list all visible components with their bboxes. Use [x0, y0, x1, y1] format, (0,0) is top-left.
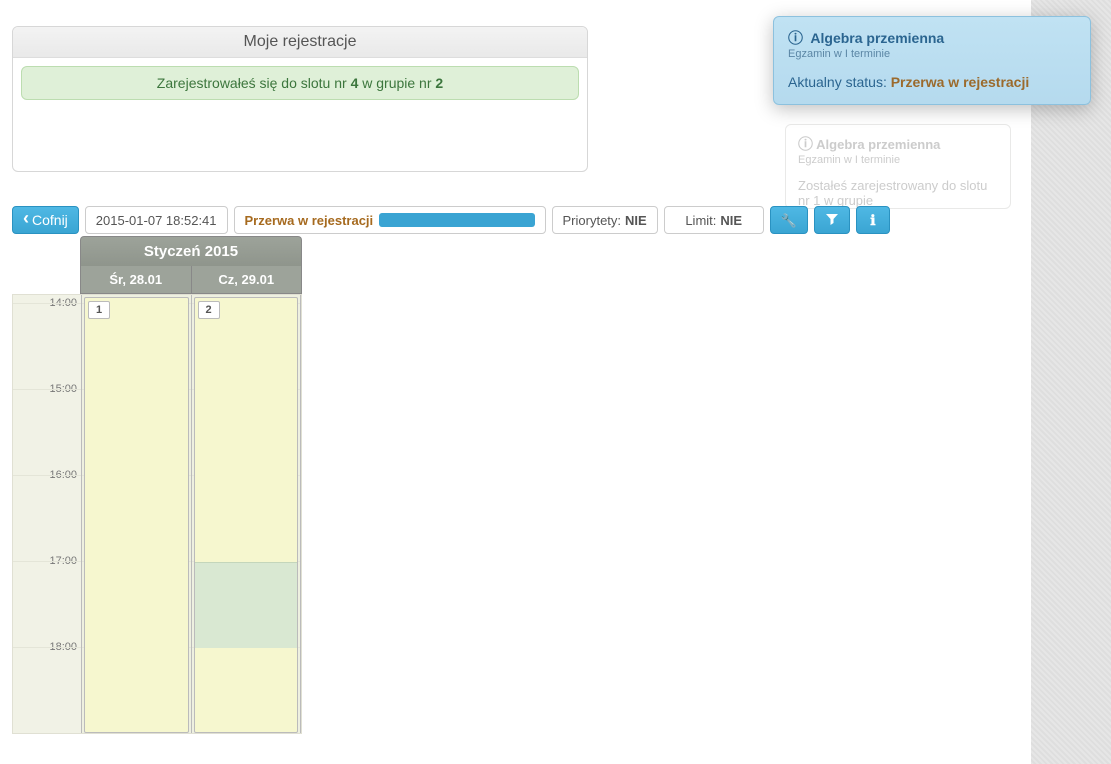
- calendar-hour-separator: [13, 647, 81, 648]
- my-registrations-panel: Moje rejestracje Zarejestrowałeś się do …: [12, 26, 588, 172]
- priorities-value: NIE: [625, 213, 647, 228]
- notification-status-label: Aktualny status:: [788, 74, 887, 90]
- priorities-label: Priorytety:: [563, 213, 622, 228]
- notification-card: Algebra przemienna Egzamin w I terminie …: [773, 16, 1091, 105]
- registration-success-alert: Zarejestrowałeś się do slotu nr 4 w grup…: [21, 66, 579, 100]
- alert-prefix: Zarejestrowałeś się do slotu nr: [157, 75, 351, 91]
- filter-button[interactable]: [814, 206, 850, 234]
- calendar-slot-registered[interactable]: [195, 562, 298, 648]
- info-icon: [788, 30, 803, 46]
- my-registrations-title: Moje rejestracje: [13, 27, 587, 58]
- chevron-left-icon: [23, 212, 29, 228]
- my-registrations-body[interactable]: Zarejestrowałeś się do slotu nr 4 w grup…: [13, 58, 587, 166]
- notification-status: Aktualny status: Przerwa w rejestracji: [788, 74, 1076, 90]
- registration-progress-bar: [379, 213, 534, 227]
- info-icon: [870, 212, 875, 229]
- limit-value: NIE: [720, 213, 742, 228]
- ghost-line: Zostałeś zarejestrowany do slotu nr 1 w …: [798, 178, 998, 208]
- notification-subtitle: Egzamin w I terminie: [788, 48, 1076, 60]
- ghost-title: Algebra przemienna: [816, 137, 940, 152]
- calendar-toolbar: Cofnij 2015-01-07 18:52:41 Przerwa w rej…: [12, 206, 890, 234]
- info-button[interactable]: [856, 206, 890, 234]
- calendar-slot-number-badge: 1: [88, 301, 110, 319]
- limit-pill[interactable]: Limit: NIE: [664, 206, 764, 234]
- info-icon: [798, 137, 813, 152]
- back-button[interactable]: Cofnij: [12, 206, 79, 234]
- calendar-day-header-row: Śr, 28.01Cz, 29.01: [80, 266, 302, 294]
- calendar-day-header[interactable]: Śr, 28.01: [81, 266, 192, 293]
- calendar-hour-separator: [13, 475, 81, 476]
- calendar-month-header: Styczeń 2015: [80, 236, 302, 266]
- notification-title: Algebra przemienna: [788, 27, 1076, 48]
- wrench-icon: [781, 212, 797, 229]
- registration-status-pill: Przerwa w rejestracji: [234, 206, 546, 234]
- priorities-pill[interactable]: Priorytety: NIE: [552, 206, 658, 234]
- notification-title-text: Algebra przemienna: [810, 30, 944, 46]
- alert-middle: w grupie nr: [358, 75, 435, 91]
- calendar-slot-number-badge: 2: [198, 301, 220, 319]
- calendar-hour-separator: [13, 389, 81, 390]
- calendar-day-column[interactable]: 1: [81, 295, 191, 733]
- settings-button[interactable]: [770, 206, 808, 234]
- back-button-label: Cofnij: [32, 212, 68, 228]
- ghost-subtitle: Egzamin w I terminie: [798, 154, 998, 166]
- right-texture-strip: [1031, 0, 1111, 764]
- calendar-day-header[interactable]: Cz, 29.01: [192, 266, 302, 293]
- limit-label: Limit:: [685, 213, 716, 228]
- registration-status-text: Przerwa w rejestracji: [245, 213, 374, 228]
- calendar-day-column[interactable]: 2: [191, 295, 302, 733]
- calendar-body[interactable]: 14:0015:0016:0017:0018:00 12: [12, 294, 302, 734]
- calendar-hour-separator: [13, 561, 81, 562]
- calendar-slot-block[interactable]: 2: [194, 297, 299, 733]
- alert-group-nr: 2: [435, 75, 443, 91]
- calendar-hour-separator: [13, 303, 81, 304]
- notification-status-value: Przerwa w rejestracji: [891, 74, 1030, 90]
- timestamp-value: 2015-01-07 18:52:41: [96, 213, 217, 228]
- timestamp-pill[interactable]: 2015-01-07 18:52:41: [85, 206, 228, 234]
- calendar-day-columns: 12: [81, 295, 301, 733]
- funnel-icon: [825, 212, 839, 229]
- calendar-slot-block[interactable]: 1: [84, 297, 189, 733]
- calendar: Styczeń 2015 Śr, 28.01Cz, 29.01 14:0015:…: [12, 236, 302, 734]
- calendar-time-column: 14:0015:0016:0017:0018:00: [13, 295, 81, 733]
- side-panel-behind: Algebra przemienna Egzamin w I terminie …: [785, 124, 1011, 209]
